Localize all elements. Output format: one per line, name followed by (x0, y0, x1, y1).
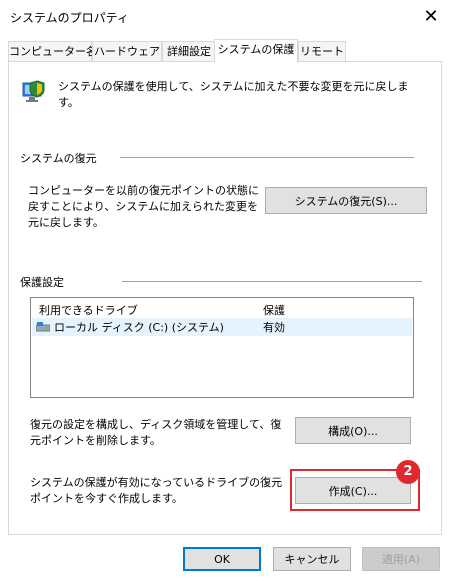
drive-name: ローカル ディスク (C:) (システム) (54, 321, 224, 334)
system-restore-button[interactable]: システムの復元(S)... (265, 187, 427, 214)
tab-label: コンピューター名 (9, 45, 97, 58)
tab-label: リモート (300, 45, 344, 58)
section-divider (122, 281, 422, 282)
tab-advanced[interactable]: 詳細設定 (162, 41, 216, 62)
protection-heading: 保護設定 (20, 274, 70, 290)
column-header-protection[interactable]: 保護 (263, 302, 285, 318)
configure-description: 復元の設定を構成し、ディスク領域を管理して、復元ポイントを削除します。 (30, 418, 282, 447)
configure-button[interactable]: 構成(O)... (295, 417, 411, 444)
tab-label: 詳細設定 (167, 45, 211, 58)
drive-protection-status: 有効 (263, 321, 285, 334)
close-icon[interactable]: ✕ (416, 3, 446, 31)
restore-description: コンピューターを以前の復元ポイントの状態に戻すことにより、システムに加えられた変… (28, 184, 259, 229)
cancel-button[interactable]: キャンセル (273, 547, 351, 571)
window-title: システムのプロパティ (10, 11, 129, 25)
intro-text: システムの保護を使用して、システムに加えた不要な変更を元に戻します。 (58, 80, 409, 109)
tab-hardware[interactable]: ハードウェア (92, 41, 162, 62)
table-row[interactable]: ローカル ディスク (C:) (システム) 有効 (32, 318, 412, 336)
column-header-drive[interactable]: 利用できるドライブ (39, 302, 138, 318)
create-description: システムの保護が有効になっているドライブの復元ポイントを今すぐ作成します。 (30, 476, 283, 505)
tab-system-protection[interactable]: システムの保護 (214, 39, 298, 63)
restore-heading: システムの復元 (20, 150, 103, 166)
drive-icon (35, 321, 51, 333)
shield-computer-icon (22, 80, 46, 106)
apply-button[interactable]: 適用(A) (362, 547, 440, 571)
tab-remote[interactable]: リモート (298, 41, 346, 62)
tab-label: システムの保護 (217, 43, 295, 56)
drive-list[interactable]: 利用できるドライブ 保護 ローカル ディスク (C:) (システム) 有効 (30, 297, 414, 398)
section-divider (120, 157, 414, 158)
tab-label: ハードウェア (94, 45, 160, 58)
tab-computer-name[interactable]: コンピューター名 (8, 41, 97, 62)
step-badge: 2 (396, 460, 420, 484)
ok-button[interactable]: OK (183, 547, 261, 571)
